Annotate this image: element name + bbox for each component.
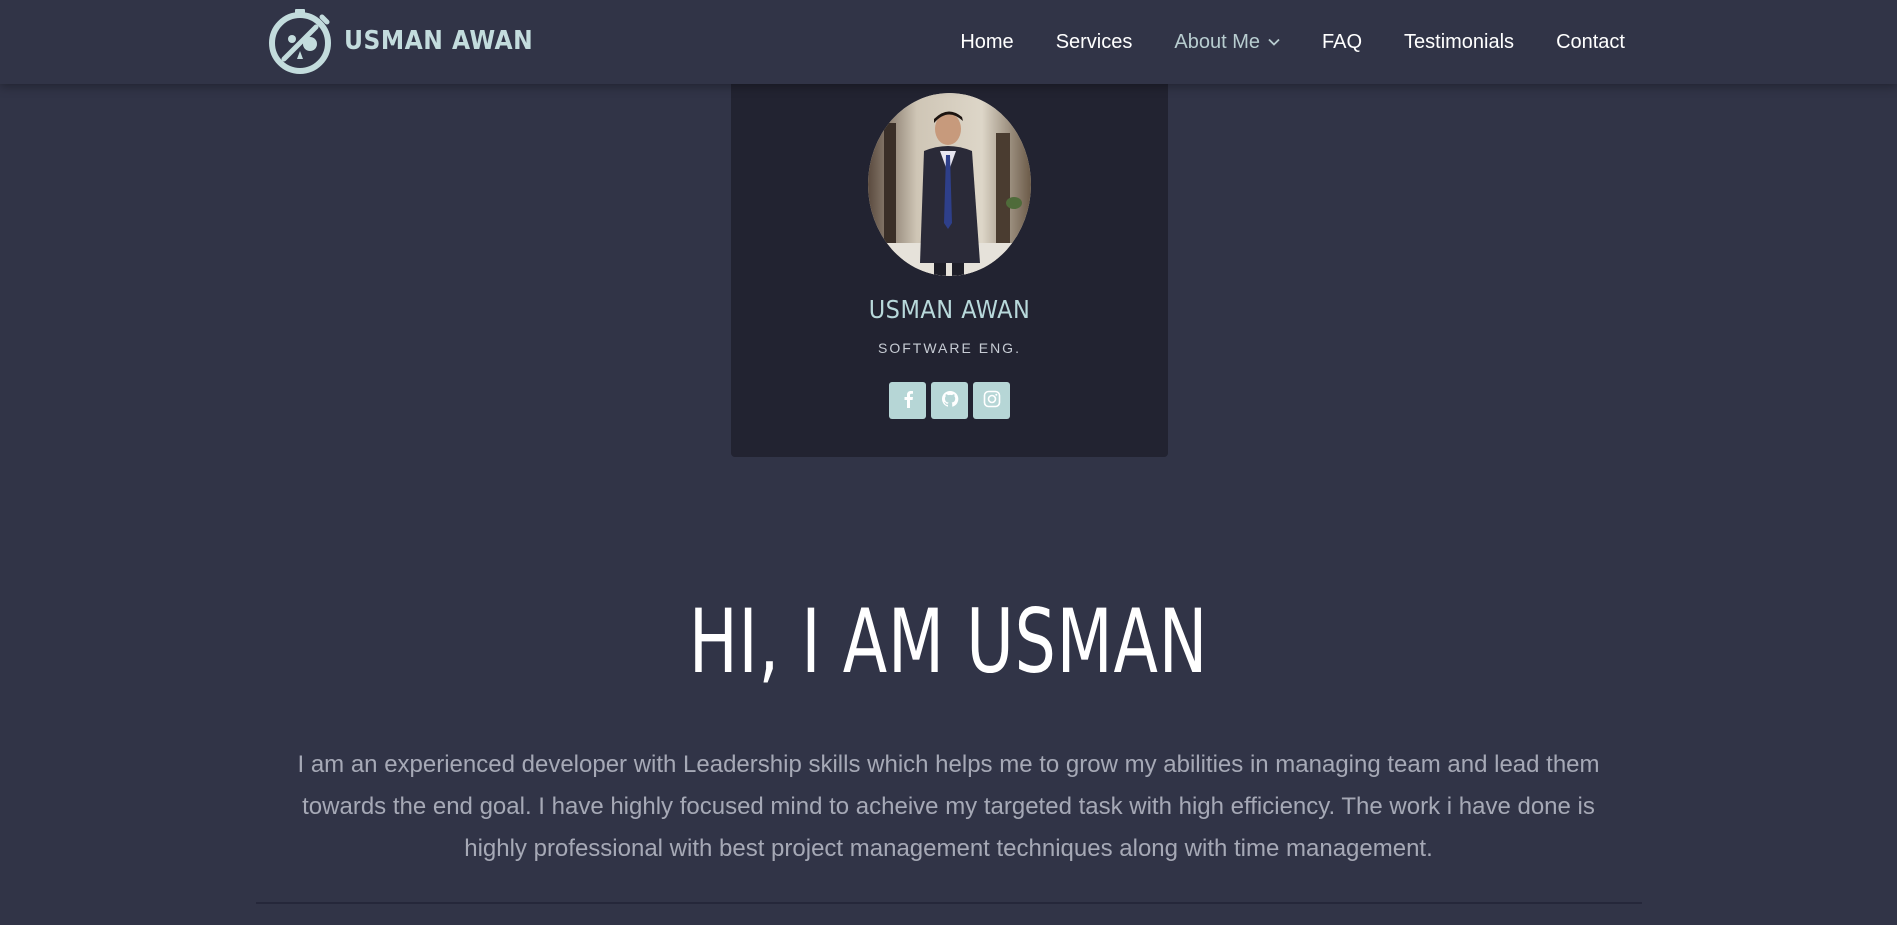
nav-faq[interactable]: FAQ (1322, 31, 1362, 54)
github-button[interactable] (931, 382, 968, 419)
section-divider (256, 902, 1642, 904)
logo-text: USMAN AWAN (344, 26, 534, 56)
profile-card: USMAN AWAN SOFTWARE ENG. (731, 84, 1168, 457)
avatar (868, 93, 1031, 276)
nav-label: Testimonials (1404, 30, 1515, 53)
nav-home[interactable]: Home (960, 31, 1013, 54)
nav-label: Services (1055, 30, 1133, 53)
social-links (731, 382, 1168, 419)
nav-label: FAQ (1322, 30, 1363, 53)
nav-label: Contact (1556, 30, 1625, 53)
nav-about-me[interactable]: About Me (1174, 31, 1280, 54)
instagram-icon (983, 390, 1001, 412)
facebook-button[interactable] (889, 382, 926, 419)
hero-title: HI, I AM USMAN (688, 590, 1209, 693)
profile-role: SOFTWARE ENG. (878, 340, 1021, 356)
github-icon (941, 390, 959, 412)
nav-testimonials[interactable]: Testimonials (1404, 31, 1514, 54)
site-logo[interactable]: USMAN AWAN (266, 7, 533, 75)
site-header: USMAN AWAN Home Services About Me FAQ Te… (0, 0, 1897, 84)
nav-services[interactable]: Services (1056, 31, 1133, 54)
instagram-button[interactable] (973, 382, 1010, 419)
nav-label: Home (960, 30, 1014, 53)
compass-icon (266, 7, 334, 75)
nav-contact[interactable]: Contact (1556, 31, 1625, 54)
facebook-icon (901, 390, 915, 412)
main-nav: Home Services About Me FAQ Testimonials … (960, 0, 1625, 84)
nav-label: About Me (1174, 30, 1260, 53)
profile-name: USMAN AWAN (868, 295, 1031, 324)
hero-description: I am an experienced developer with Leade… (297, 751, 1600, 862)
chevron-down-icon (1268, 36, 1280, 48)
